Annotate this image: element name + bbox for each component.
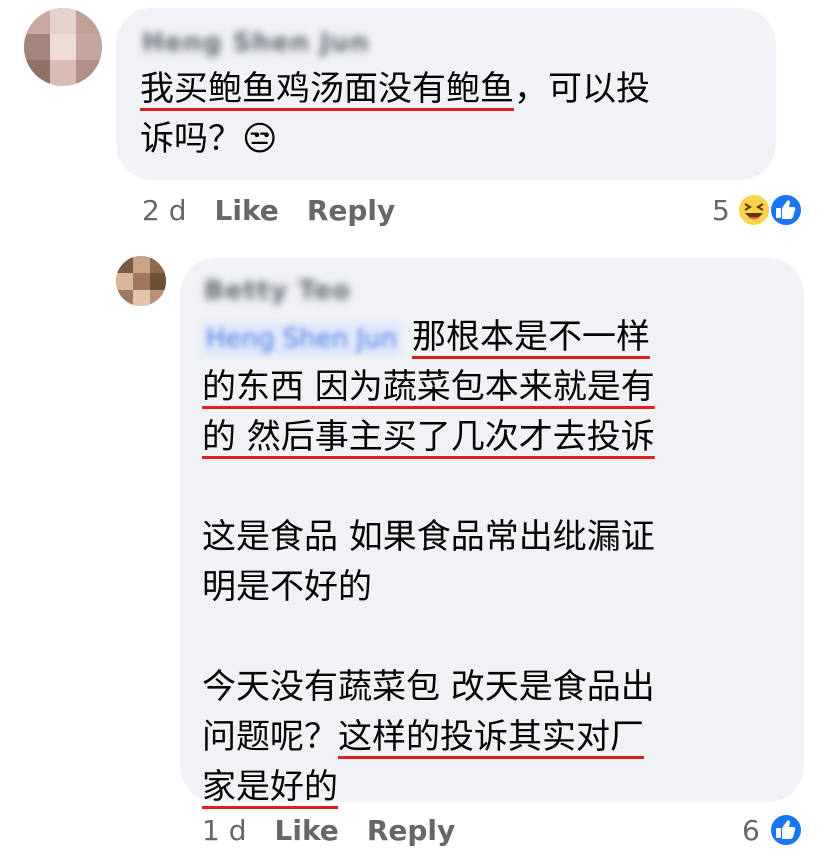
reply-button[interactable]: Reply: [367, 814, 455, 847]
comment-line: 我买鲍鱼鸡汤面没有鲍鱼，可以投: [140, 64, 650, 114]
comment-text-segment: ，可以投: [514, 69, 650, 109]
reply-text-segment: 明是不好的: [202, 567, 372, 607]
reply-line: [202, 462, 655, 512]
reply-text: Heng Shen Jun 那根本是不一样的东西 因为蔬菜包本来就是有的 然后事…: [202, 312, 655, 812]
underlined-text: 家是好的: [202, 767, 338, 807]
reply-author-name[interactable]: Betty Teo: [204, 276, 351, 306]
reaction-count[interactable]: 5: [712, 194, 730, 227]
reaction-icons[interactable]: [768, 812, 804, 848]
reply-avatar[interactable]: [116, 256, 166, 306]
reply-line: [202, 612, 655, 662]
comment-actions: 2 d Like Reply: [142, 194, 395, 227]
comment-author-name[interactable]: Heng Shen Jun: [142, 28, 370, 58]
reply-line: 问题呢？这样的投诉其实对厂: [202, 712, 655, 762]
reply-button[interactable]: Reply: [307, 194, 395, 227]
reply-line: 这是食品 如果食品常出纰漏证: [202, 512, 655, 562]
reply-line: 明是不好的: [202, 562, 655, 612]
reply-line: 的东西 因为蔬菜包本来就是有: [202, 362, 655, 412]
like-button[interactable]: Like: [275, 814, 339, 847]
reply-line: 今天没有蔬菜包 改天是食品出: [202, 662, 655, 712]
reply-text-segment: 今天没有蔬菜包 改天是食品出: [202, 667, 655, 707]
reply-text-segment: 这是食品 如果食品常出纰漏证: [202, 517, 655, 557]
mention-tag[interactable]: Heng Shen Jun: [202, 321, 402, 356]
laugh-emoji-icon: [737, 193, 771, 227]
underlined-text: 的 然后事主买了几次才去投诉: [202, 417, 655, 457]
underlined-text: 我买鲍鱼鸡汤面没有鲍鱼: [140, 69, 514, 109]
reaction-icons[interactable]: [736, 192, 806, 228]
reply-line: 的 然后事主买了几次才去投诉: [202, 412, 655, 462]
commenter-avatar[interactable]: [24, 8, 102, 86]
comment-text-segment: 诉吗？😒: [140, 119, 278, 159]
reply-line: Heng Shen Jun 那根本是不一样: [202, 312, 655, 362]
reply-line: 家是好的: [202, 762, 655, 812]
like-button[interactable]: Like: [215, 194, 279, 227]
underlined-text: 的东西 因为蔬菜包本来就是有: [202, 367, 655, 407]
reply-text-segment: 问题呢？: [202, 717, 338, 757]
comment-timestamp[interactable]: 2 d: [142, 194, 187, 227]
reply-actions: 1 d Like Reply: [202, 814, 455, 847]
reaction-count[interactable]: 6: [742, 814, 760, 847]
thumbs-up-icon: [769, 813, 803, 847]
underlined-text: 这样的投诉其实对厂: [338, 717, 644, 757]
comment-line: 诉吗？😒: [140, 114, 650, 164]
comment-text: 我买鲍鱼鸡汤面没有鲍鱼，可以投诉吗？😒: [140, 64, 650, 164]
thumbs-up-icon: [769, 193, 803, 227]
underlined-text: 那根本是不一样: [411, 317, 650, 357]
reply-timestamp[interactable]: 1 d: [202, 814, 247, 847]
